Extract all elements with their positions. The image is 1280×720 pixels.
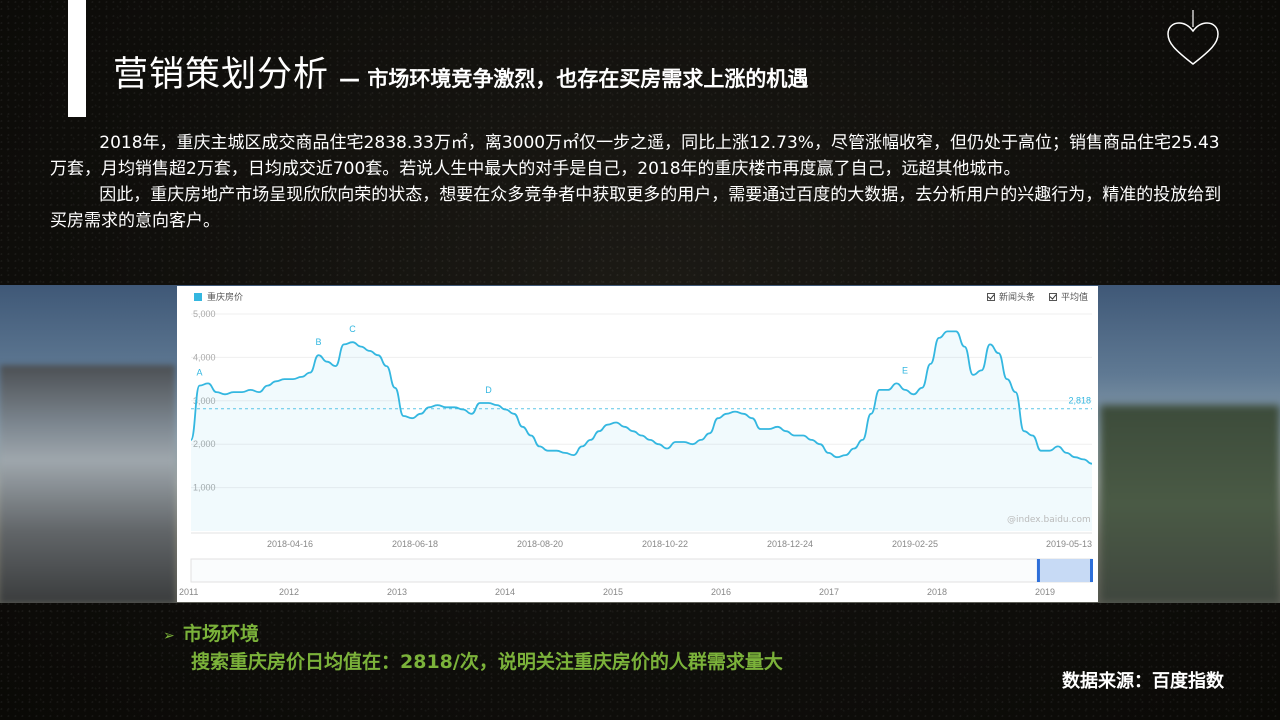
legend-label: 重庆房价 (207, 293, 244, 303)
intro-paragraph-2: 因此，重庆房地产市场呈现欣欣向荣的状态，想要在众多竞争者中获取更多的用户，需要通… (50, 185, 1222, 231)
heart-icon (1167, 10, 1219, 65)
trend-chart-svg: 1,0002,0003,0004,0005,0002,818ABCDE2018-… (179, 309, 1093, 597)
blurred-trees-right (1100, 405, 1280, 603)
annotation-label: C (349, 324, 356, 334)
overview-year-label: 2017 (819, 587, 839, 597)
market-detail: 搜索重庆房价日均值在：2818/次，说明关注重庆房价的人群需求量大 (191, 651, 783, 673)
x-tick-label: 2018-10-22 (642, 539, 688, 549)
checkbox-icon[interactable] (1049, 293, 1057, 301)
annotation-label: B (315, 337, 321, 347)
option-news-headlines[interactable]: 新闻头条 (987, 290, 1035, 303)
y-tick-label: 5,000 (193, 309, 216, 319)
overview-year-label: 2015 (603, 587, 623, 597)
x-tick-label: 2019-02-25 (892, 539, 938, 549)
x-tick-label: 2018-08-20 (517, 539, 563, 549)
overview-year-label: 2012 (279, 587, 299, 597)
overview-year-label: 2016 (711, 587, 731, 597)
range-handle-left (1036, 559, 1040, 582)
x-tick-label: 2018-04-16 (267, 539, 313, 549)
option-average[interactable]: 平均值 (1049, 290, 1088, 303)
average-label: 2,818 (1068, 396, 1091, 406)
overview-year-label: 2019 (1035, 587, 1055, 597)
title-subtitle: — 市场环境竞争激烈，也存在买房需求上涨的机遇 (339, 67, 809, 91)
option-news-headlines-label: 新闻头条 (999, 293, 1036, 303)
arrow-bullet-icon: ➢ (163, 628, 175, 644)
intro-paragraph-1: 2018年，重庆主城区成交商品住宅2838.33万㎡，离3000万㎡仅一步之遥，… (50, 133, 1220, 179)
x-tick-label: 2018-12-24 (767, 539, 813, 549)
option-average-label: 平均值 (1061, 293, 1089, 303)
blurred-building-left (0, 365, 175, 603)
annotation-label: E (902, 365, 908, 375)
overview-year-label: 2011 (179, 587, 198, 597)
overview-year-label: 2014 (495, 587, 515, 597)
annotation-label: A (196, 368, 202, 378)
market-title: 市场环境 (183, 623, 260, 645)
checkbox-icon[interactable] (987, 293, 995, 301)
overview-year-label: 2013 (387, 587, 407, 597)
overview-track (190, 558, 1093, 583)
y-tick-label: 4,000 (193, 352, 216, 362)
baidu-index-chart: 1,000 2,000 3,000 4,000 5,000 2,818 A B C D E 2018-… (177, 286, 1098, 602)
title-accent-bar (68, 0, 86, 117)
intro-text: 2018年，重庆主城区成交商品住宅2838.33万㎡，离3000万㎡仅一步之遥，… (50, 130, 1232, 234)
overview-selection (1037, 559, 1092, 582)
range-handle-right (1090, 559, 1093, 582)
legend-swatch (194, 293, 202, 301)
slide-title: 营销策划分析 — 市场环境竞争激烈，也存在买房需求上涨的机遇 (113, 46, 808, 97)
annotation-label: D (485, 385, 492, 395)
x-tick-label: 2019-05-13 (1046, 539, 1092, 549)
market-section: ➢ 市场环境 搜索重庆房价日均值在：2818/次，说明关注重庆房价的人群需求量大 (163, 621, 783, 675)
title-main: 营销策划分析 (113, 55, 330, 95)
watermark: @index.baidu.com (1007, 515, 1091, 525)
overview-year-label: 2018 (927, 587, 947, 597)
x-tick-label: 2018-06-18 (392, 539, 438, 549)
data-source: 数据来源：百度指数 (1062, 671, 1224, 692)
